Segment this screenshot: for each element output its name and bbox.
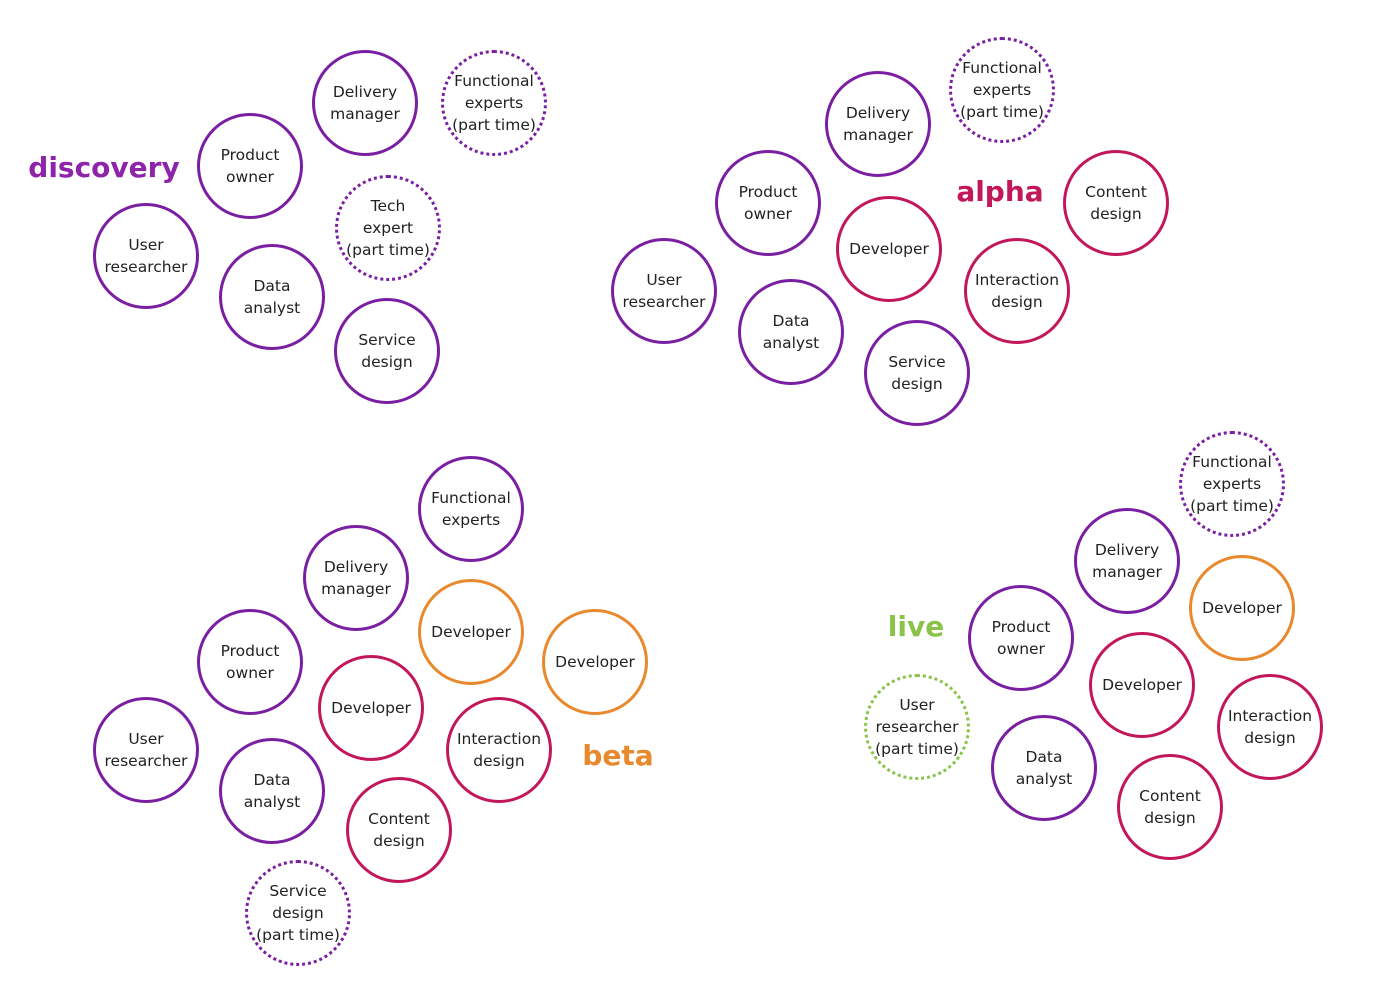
phase-title-alpha: alpha <box>956 175 1044 208</box>
role-interaction-design: Interaction design <box>446 697 552 803</box>
role-interaction-design: Interaction design <box>964 238 1070 344</box>
role-label: Developer <box>849 240 929 258</box>
role-label: Developer <box>331 699 411 717</box>
role-data-analyst: Data analyst <box>991 715 1097 821</box>
phase-title-discovery: discovery <box>28 151 180 184</box>
role-user-researcher: User researcher <box>93 203 199 309</box>
role-label: Service design <box>358 331 416 371</box>
role-service-design: Service design <box>864 320 970 426</box>
role-developer: Developer <box>836 196 942 302</box>
role-label: Tech expert (part time) <box>346 197 430 259</box>
role-product-owner: Product owner <box>197 113 303 219</box>
role-label: Data analyst <box>243 771 301 811</box>
role-label: Functional experts (part time) <box>1190 453 1274 515</box>
role-developer: Developer <box>318 655 424 761</box>
role-label: Delivery manager <box>330 83 400 123</box>
role-label: Data analyst <box>243 277 301 317</box>
role-developer: Developer <box>418 579 524 685</box>
role-delivery-manager: Delivery manager <box>825 71 931 177</box>
role-developer: Developer <box>1189 555 1295 661</box>
role-label: Delivery manager <box>321 558 391 598</box>
role-service-design: Service design <box>334 298 440 404</box>
role-developer: Developer <box>542 609 648 715</box>
role-functional-experts-part-time: Functional experts (part time) <box>949 37 1055 143</box>
role-label: Content design <box>1085 183 1147 223</box>
role-user-researcher-part-time: User researcher (part time) <box>864 674 970 780</box>
role-label: Product owner <box>220 146 280 186</box>
phase-title-beta: beta <box>582 739 654 772</box>
team-phases-diagram: discovery Delivery manager Functional ex… <box>0 0 1392 986</box>
role-label: Content design <box>368 810 430 850</box>
role-label: Product owner <box>738 183 798 223</box>
role-label: Developer <box>431 623 511 641</box>
role-label: Developer <box>555 653 635 671</box>
role-delivery-manager: Delivery manager <box>312 50 418 156</box>
role-functional-experts-part-time: Functional experts (part time) <box>441 50 547 156</box>
role-label: Interaction design <box>456 730 542 770</box>
role-label: User researcher <box>104 730 188 770</box>
role-functional-experts: Functional experts <box>418 456 524 562</box>
role-label: Functional experts <box>431 489 511 529</box>
role-content-design: Content design <box>346 777 452 883</box>
phase-title-live: live <box>887 610 945 643</box>
role-delivery-manager: Delivery manager <box>1074 508 1180 614</box>
role-tech-expert-part-time: Tech expert (part time) <box>335 175 441 281</box>
role-interaction-design: Interaction design <box>1217 674 1323 780</box>
role-label: Data analyst <box>1015 748 1073 788</box>
role-label: Functional experts (part time) <box>960 59 1044 121</box>
role-label: Interaction design <box>974 271 1060 311</box>
role-label: Data analyst <box>762 312 820 352</box>
role-developer: Developer <box>1089 632 1195 738</box>
role-label: Developer <box>1202 599 1282 617</box>
role-user-researcher: User researcher <box>611 238 717 344</box>
role-label: Delivery manager <box>843 104 913 144</box>
role-data-analyst: Data analyst <box>738 279 844 385</box>
role-label: User researcher <box>622 271 706 311</box>
role-label: Interaction design <box>1227 707 1313 747</box>
role-content-design: Content design <box>1117 754 1223 860</box>
role-label: Developer <box>1102 676 1182 694</box>
role-product-owner: Product owner <box>968 585 1074 691</box>
role-data-analyst: Data analyst <box>219 738 325 844</box>
role-label: User researcher (part time) <box>875 696 959 758</box>
role-delivery-manager: Delivery manager <box>303 525 409 631</box>
role-functional-experts-part-time: Functional experts (part time) <box>1179 431 1285 537</box>
role-user-researcher: User researcher <box>93 697 199 803</box>
role-service-design-part-time: Service design (part time) <box>245 860 351 966</box>
role-product-owner: Product owner <box>197 609 303 715</box>
role-content-design: Content design <box>1063 150 1169 256</box>
role-label: Delivery manager <box>1092 541 1162 581</box>
role-label: User researcher <box>104 236 188 276</box>
role-label: Content design <box>1139 787 1201 827</box>
role-label: Product owner <box>220 642 280 682</box>
role-label: Functional experts (part time) <box>452 72 536 134</box>
role-label: Service design (part time) <box>256 882 340 944</box>
role-label: Product owner <box>991 618 1051 658</box>
role-product-owner: Product owner <box>715 150 821 256</box>
role-data-analyst: Data analyst <box>219 244 325 350</box>
role-label: Service design <box>888 353 946 393</box>
